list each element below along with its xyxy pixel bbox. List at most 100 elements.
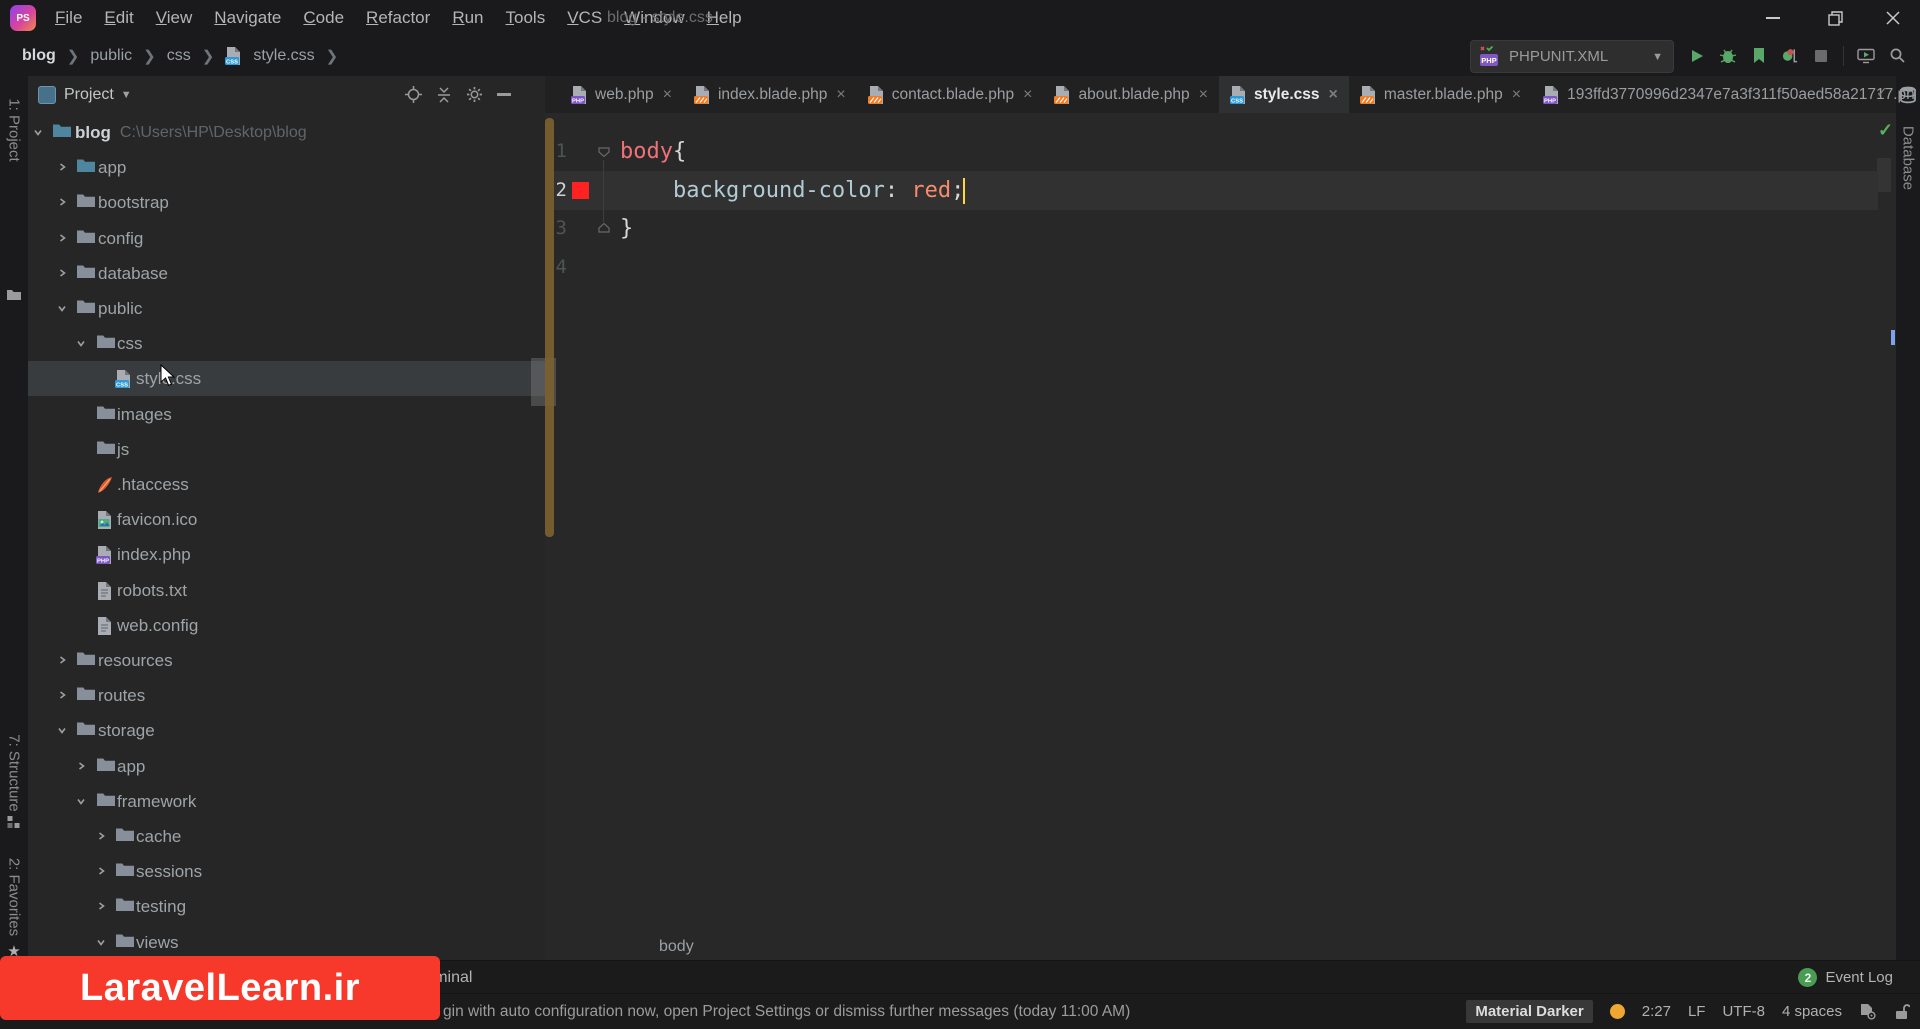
menu-refactor[interactable]: Refactor <box>355 8 441 28</box>
status-message[interactable]: gin with auto configuration now, open Pr… <box>443 994 1130 1029</box>
close-icon[interactable]: × <box>836 86 845 104</box>
tab-about.blade.php[interactable]: about.blade.php × <box>1043 76 1219 113</box>
tab-master.blade.php[interactable]: master.blade.php × <box>1349 76 1532 113</box>
attach-debugger-button[interactable] <box>1781 47 1799 65</box>
close-icon[interactable]: × <box>1199 86 1208 104</box>
tree-item-resources[interactable]: resources <box>28 643 545 678</box>
debug-button[interactable] <box>1719 47 1737 65</box>
tool-window-button-structure[interactable]: 7: Structure <box>6 734 23 812</box>
breadcrumb-item-blog[interactable]: blog <box>22 47 56 65</box>
chevron-down-icon[interactable] <box>76 796 86 806</box>
tree-item-images[interactable]: images <box>28 397 545 432</box>
chevron-right-icon[interactable] <box>57 268 67 278</box>
tree-item-js[interactable]: js <box>28 432 545 467</box>
unlock-icon[interactable] <box>1894 1003 1910 1020</box>
menu-code[interactable]: Code <box>292 8 355 28</box>
menu-run[interactable]: Run <box>441 8 494 28</box>
tree-item-blog[interactable]: blog C:\Users\HP\Desktop\blog <box>28 115 545 150</box>
chevron-right-icon[interactable] <box>57 655 67 665</box>
close-button[interactable] <box>1870 0 1916 36</box>
locate-file-button[interactable] <box>405 86 422 103</box>
tab-style.css[interactable]: CSS style.css × <box>1219 76 1349 113</box>
menu-tools[interactable]: Tools <box>495 8 557 28</box>
tab-contact.blade.php[interactable]: contact.blade.php × <box>857 76 1044 113</box>
color-preview-swatch[interactable] <box>572 182 589 199</box>
fold-marker-down-icon[interactable] <box>597 144 611 159</box>
run-with-coverage-button[interactable] <box>1750 47 1768 65</box>
file-encoding[interactable]: UTF-8 <box>1722 1003 1765 1020</box>
menu-vcs[interactable]: VCS <box>556 8 613 28</box>
hide-panel-button[interactable] <box>497 93 511 96</box>
close-icon[interactable]: × <box>1329 86 1338 104</box>
tree-item-database[interactable]: database <box>28 256 545 291</box>
event-log-button[interactable]: 2 Event Log <box>1798 961 1893 994</box>
menu-file[interactable]: File <box>44 8 93 28</box>
highlighting-level-icon[interactable] <box>1859 1003 1877 1020</box>
minimize-button[interactable] <box>1750 0 1796 36</box>
code-line-3[interactable]: } <box>620 209 633 248</box>
tab-193ffd3770996d2347e7a3f311f50aed58a21717.ph[interactable]: PHP 193ffd3770996d2347e7a3f311f50aed58a21… <box>1532 76 1920 113</box>
tree-item-css[interactable]: css <box>28 326 545 361</box>
search-everywhere-button[interactable] <box>1888 47 1906 65</box>
editor-breadcrumb[interactable]: body <box>659 933 694 960</box>
tool-window-button-database[interactable]: Database <box>1900 126 1917 190</box>
chevron-right-icon[interactable] <box>57 197 67 207</box>
line-separator[interactable]: LF <box>1688 1003 1706 1020</box>
indent-setting[interactable]: 4 spaces <box>1782 1003 1842 1020</box>
run-configuration-select[interactable]: PHP PHPUNIT.XML ▼ <box>1470 40 1674 73</box>
project-panel-title[interactable]: Project <box>64 86 114 104</box>
chevron-right-icon[interactable] <box>76 761 86 771</box>
close-icon[interactable]: × <box>663 86 672 104</box>
tree-item-index.php[interactable]: PHP index.php <box>28 537 545 572</box>
tree-item-web.config[interactable]: web.config <box>28 608 545 643</box>
fold-marker-up-icon[interactable] <box>597 221 611 236</box>
chevron-down-icon[interactable] <box>57 303 67 313</box>
close-icon[interactable]: × <box>1023 86 1032 104</box>
tree-item-views[interactable]: views <box>28 925 545 960</box>
tree-item-bootstrap[interactable]: bootstrap <box>28 185 545 220</box>
chevron-right-icon[interactable] <box>96 866 106 876</box>
tool-window-button-favorites[interactable]: 2: Favorites <box>6 858 23 936</box>
tree-item-framework[interactable]: framework <box>28 784 545 819</box>
panel-splitter-scrollbar[interactable] <box>545 118 554 537</box>
tree-item-public[interactable]: public <box>28 291 545 326</box>
chevron-right-icon[interactable] <box>96 901 106 911</box>
tree-item-cache[interactable]: cache <box>28 819 545 854</box>
status-orange-dot[interactable] <box>1609 1004 1625 1019</box>
chevron-down-icon[interactable] <box>76 338 86 348</box>
menu-edit[interactable]: Edit <box>93 8 144 28</box>
chevron-down-icon[interactable] <box>96 937 106 947</box>
chevron-right-icon[interactable] <box>57 690 67 700</box>
editor-scrollbar-thumb[interactable] <box>1877 158 1891 192</box>
tree-item-routes[interactable]: routes <box>28 678 545 713</box>
tree-item-app[interactable]: app <box>28 150 545 185</box>
run-button[interactable] <box>1688 47 1706 65</box>
chevron-down-icon[interactable] <box>57 725 67 735</box>
close-icon[interactable]: × <box>1512 86 1521 104</box>
chevron-right-icon[interactable] <box>57 162 67 172</box>
chevron-right-icon[interactable] <box>57 233 67 243</box>
theme-indicator[interactable]: Material Darker <box>1466 1000 1593 1023</box>
menu-navigate[interactable]: Navigate <box>203 8 292 28</box>
tree-item-app[interactable]: app <box>28 749 545 784</box>
chevron-down-icon[interactable]: ▼ <box>121 89 132 101</box>
tab-web.php[interactable]: PHP web.php × <box>560 76 683 113</box>
tree-item-.htaccess[interactable]: .htaccess <box>28 467 545 502</box>
breadcrumb-item-style.css[interactable]: style.css <box>253 47 314 65</box>
stop-button[interactable] <box>1812 47 1830 65</box>
tree-item-storage[interactable]: storage <box>28 713 545 748</box>
breadcrumb-item-public[interactable]: public <box>90 47 132 65</box>
tree-item-robots.txt[interactable]: robots.txt <box>28 573 545 608</box>
chevron-down-icon[interactable] <box>33 127 43 137</box>
inspection-ok-icon[interactable]: ✓ <box>1878 120 1893 141</box>
code-line-1[interactable]: body{ <box>620 132 686 171</box>
code-line-2[interactable]: background-color: red; <box>620 171 964 210</box>
tree-item-testing[interactable]: testing <box>28 889 545 924</box>
menu-view[interactable]: View <box>145 8 204 28</box>
collapse-all-button[interactable] <box>436 86 452 103</box>
gear-icon[interactable] <box>466 86 483 103</box>
chevron-right-icon[interactable] <box>96 831 106 841</box>
tab-index.blade.php[interactable]: index.blade.php × <box>683 76 857 113</box>
tool-window-button-project[interactable]: 1: Project <box>6 98 23 161</box>
tree-item-sessions[interactable]: sessions <box>28 854 545 889</box>
